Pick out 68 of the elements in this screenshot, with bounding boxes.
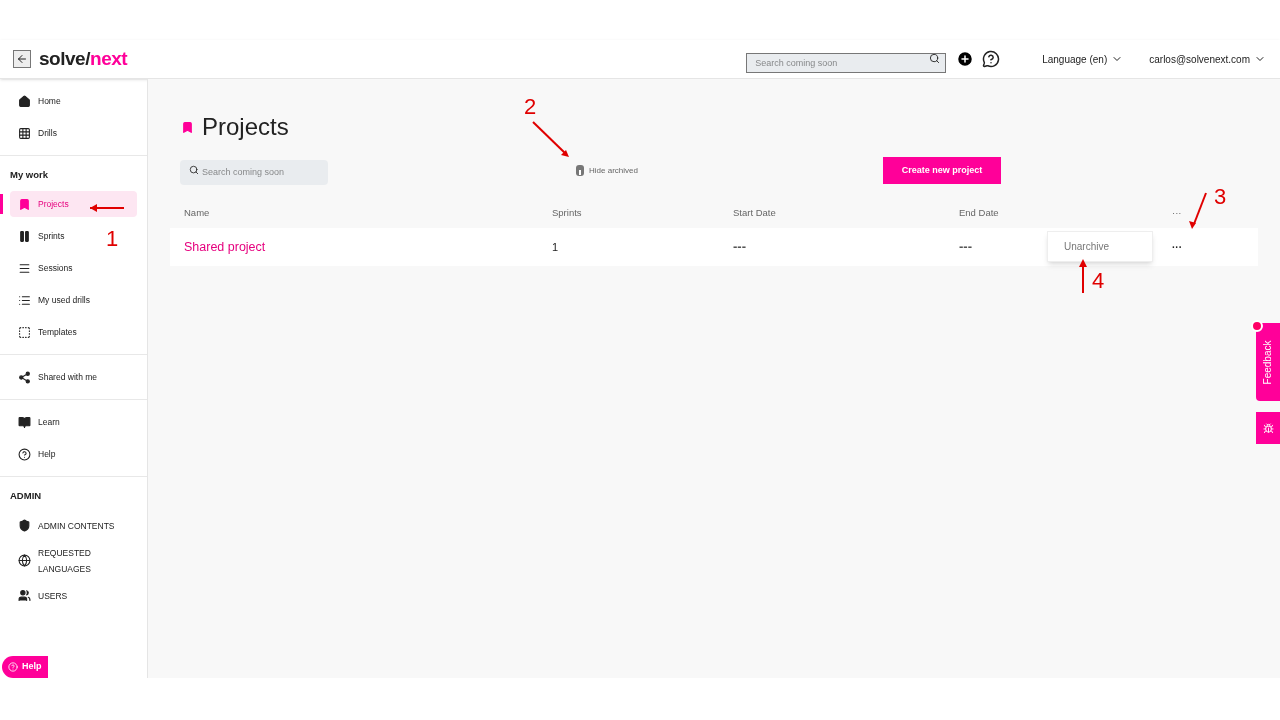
feedback-tab[interactable]: Feedback — [1256, 323, 1280, 401]
shield-icon — [18, 519, 31, 532]
users-icon — [18, 589, 31, 602]
page-title: Projects — [202, 112, 289, 142]
create-project-button[interactable]: Create new project — [883, 157, 1001, 184]
sidebar-item[interactable]: ADMIN CONTENTS — [10, 512, 119, 539]
column-header: Name — [184, 205, 211, 220]
bookmark-icon — [18, 197, 31, 211]
column-header: ··· — [1172, 205, 1183, 220]
annotation-arrow — [1079, 259, 1087, 294]
dashed-square-icon — [18, 325, 31, 339]
sidebar-item[interactable]: Home — [10, 88, 65, 114]
help-icon — [18, 447, 31, 461]
list-icon — [18, 293, 31, 307]
search-field[interactable]: Search coming soon — [746, 53, 947, 73]
section-heading: My work — [9, 168, 49, 182]
sidebar-item[interactable]: Sessions — [10, 255, 77, 282]
search-field[interactable]: Search coming soon — [180, 159, 328, 185]
project-link[interactable]: Shared project — [184, 237, 552, 257]
share-icon — [18, 370, 31, 384]
menu-item[interactable]: Unarchive — [1048, 239, 1110, 254]
menu-icon — [18, 261, 31, 275]
sidebar-item[interactable]: Drills — [10, 120, 61, 146]
search-icon — [929, 53, 941, 64]
home-icon — [18, 94, 31, 108]
book-icon — [18, 415, 31, 429]
toggle-label: Hide archived — [589, 164, 638, 177]
annotation-arrow — [1189, 192, 1207, 229]
column-header: Sprints — [552, 205, 583, 220]
back-button[interactable] — [13, 50, 31, 68]
sidebar-item[interactable]: Sprints — [10, 223, 69, 250]
more-button[interactable]: ··· — [1172, 239, 1182, 255]
bookmark-icon — [181, 120, 194, 134]
language-menu[interactable]: Language (en) — [1042, 51, 1124, 67]
globe-icon — [18, 554, 31, 567]
sidebar-item[interactable]: Help — [10, 441, 60, 468]
sidebar-item[interactable]: Projects — [10, 191, 137, 218]
toggle-switch[interactable] — [576, 165, 584, 176]
sidebar-item[interactable]: REQUESTED LANGUAGES — [10, 544, 122, 577]
table-cell-text: 1 — [552, 239, 560, 255]
column-header: End Date — [959, 205, 1000, 220]
bug-report-button[interactable] — [1256, 412, 1280, 444]
annotation-arrow — [89, 204, 125, 212]
sidebar-item[interactable]: Learn — [10, 409, 64, 436]
annotation-arrow — [532, 121, 569, 157]
logo: solve/next — [39, 46, 128, 71]
annotation-number: 2 — [524, 93, 537, 121]
help-button[interactable]: Help — [2, 656, 48, 678]
annotation-number: 1 — [106, 225, 119, 253]
help-icon[interactable] — [982, 50, 1001, 68]
column-header: Start Date — [733, 205, 777, 220]
back-icon — [16, 53, 28, 65]
add-icon[interactable] — [956, 50, 975, 68]
sidebar-item[interactable]: Templates — [10, 319, 81, 346]
annotation-number: 4 — [1092, 267, 1105, 295]
section-heading: ADMIN — [9, 489, 43, 504]
table-cell-text: --- — [733, 238, 746, 257]
sidebar-item[interactable]: My used drills — [10, 287, 94, 314]
grid-icon — [18, 126, 31, 140]
table-cell-text: --- — [959, 238, 972, 257]
annotation-number: 3 — [1214, 183, 1227, 211]
bug-icon — [1262, 422, 1274, 434]
search-icon — [189, 165, 199, 175]
sidebar-item[interactable]: Shared with me — [10, 364, 102, 391]
user-menu[interactable]: carlos@solvenext.com — [1149, 51, 1266, 67]
sidebar-item[interactable]: USERS — [10, 582, 72, 609]
bars-icon — [18, 229, 31, 243]
help-icon — [8, 662, 18, 672]
